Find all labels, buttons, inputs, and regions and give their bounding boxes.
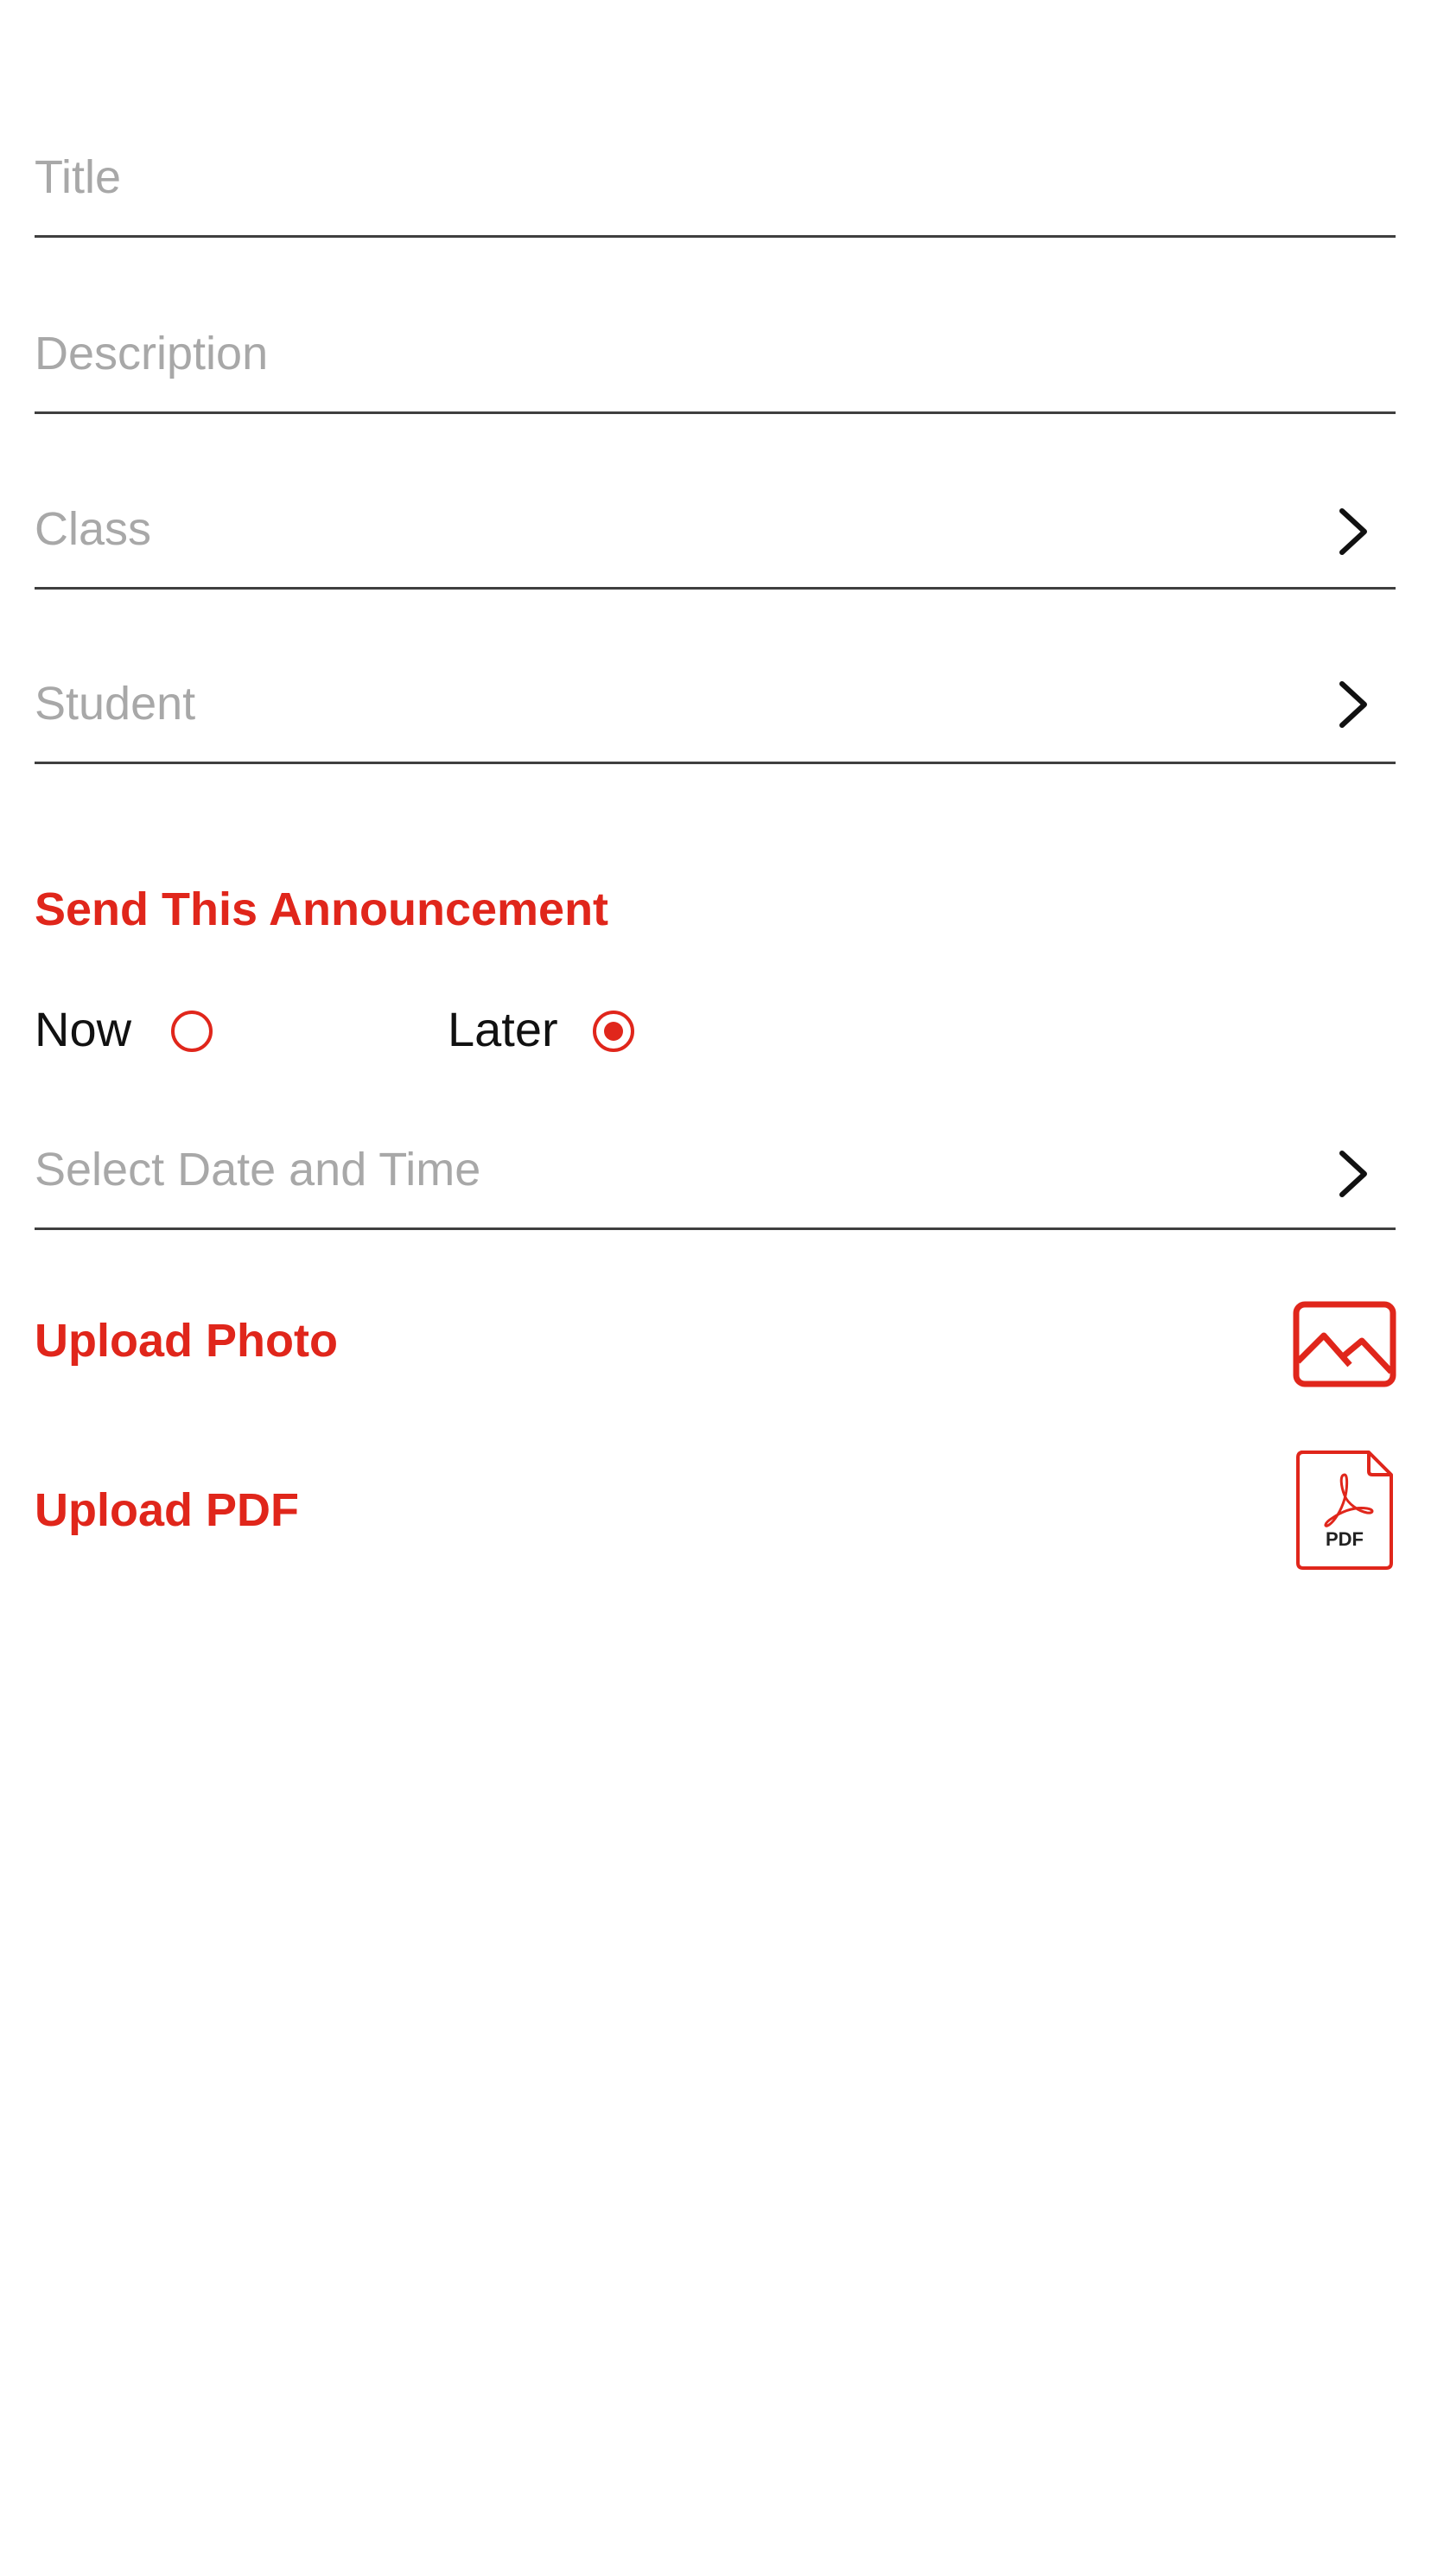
- later-radio[interactable]: [593, 1011, 634, 1052]
- send-announcement-heading: Send This Announcement: [35, 883, 609, 935]
- datetime-selector[interactable]: Select Date and Time: [35, 1120, 1396, 1230]
- now-label: Now: [35, 1002, 132, 1056]
- student-placeholder: Student: [35, 678, 196, 730]
- image-icon[interactable]: [1293, 1301, 1396, 1387]
- later-label: Later: [448, 1002, 558, 1056]
- later-radio-selected-dot: [604, 1022, 623, 1041]
- class-selector[interactable]: Class: [35, 480, 1396, 590]
- title-input[interactable]: [35, 147, 1396, 207]
- upload-pdf-label[interactable]: Upload PDF: [35, 1487, 299, 1533]
- description-field[interactable]: [35, 304, 1396, 414]
- description-input[interactable]: [35, 323, 1396, 384]
- title-field[interactable]: [35, 130, 1396, 238]
- chevron-right-icon: [1339, 508, 1367, 555]
- upload-photo-label[interactable]: Upload Photo: [35, 1317, 338, 1364]
- chevron-right-icon: [1339, 1151, 1367, 1197]
- chevron-right-icon: [1339, 681, 1367, 728]
- pdf-icon-text: PDF: [1326, 1528, 1364, 1550]
- class-placeholder: Class: [35, 503, 152, 555]
- pdf-file-icon[interactable]: PDF: [1294, 1449, 1395, 1572]
- now-radio[interactable]: [171, 1011, 213, 1052]
- datetime-placeholder: Select Date and Time: [35, 1144, 481, 1196]
- student-selector[interactable]: Student: [35, 654, 1396, 764]
